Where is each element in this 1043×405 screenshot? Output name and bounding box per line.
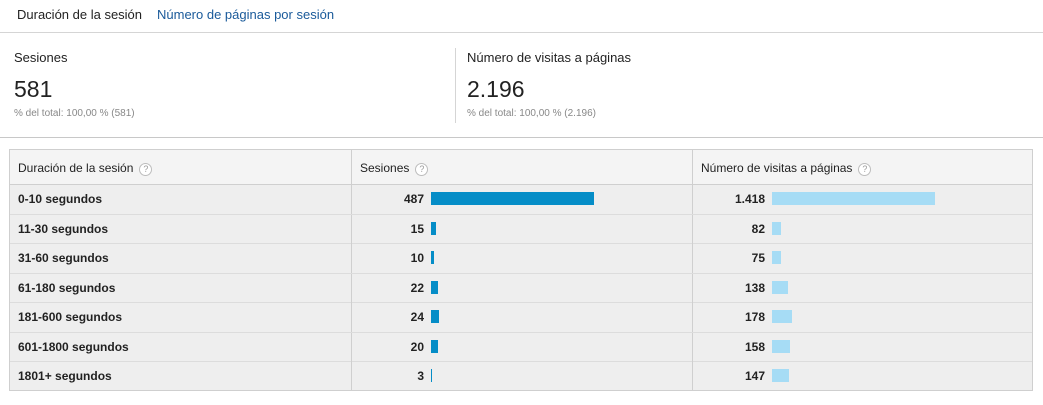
table-row: 1801+ segundos 3 147 [10, 362, 1032, 392]
sessions-bar [431, 280, 439, 294]
cell-pageviews: 75 [692, 244, 1032, 273]
help-icon[interactable]: ? [858, 163, 872, 176]
pageviews-value: 82 [751, 221, 765, 236]
cell-pageviews: 82 [692, 214, 1032, 244]
table-row: 601-1800 segundos 20 158 [10, 332, 1032, 362]
cell-pageviews: 1.418 [692, 185, 1032, 214]
cell-sessions: 10 [351, 244, 692, 273]
table-row: 11-30 segundos 15 82 [10, 214, 1032, 244]
pageviews-value: 147 [744, 369, 765, 383]
metric-pageviews-value: 2.196 [467, 76, 525, 102]
pageviews-bar [772, 221, 782, 235]
metric-pageviews-label: Número de visitas a páginas [467, 50, 632, 65]
metric-sessions: Sesiones 581 % del total: 100,00 % (581) [0, 33, 440, 138]
header-pageviews-label: Número de visitas a páginas [701, 161, 853, 175]
sessions-bar [431, 339, 438, 353]
pageviews-bar [772, 251, 781, 264]
sessions-bar [431, 369, 432, 382]
sessions-bar [431, 192, 594, 205]
metric-pageviews: Número de visitas a páginas 2.196 % del … [455, 48, 895, 123]
cell-sessions: 487 [351, 185, 692, 214]
table-row: 61-180 segundos 22 138 [10, 273, 1032, 303]
sessions-value: 15 [410, 221, 424, 236]
sessions-value: 487 [403, 192, 424, 206]
cell-pageviews: 138 [692, 273, 1032, 303]
pageviews-bar [772, 192, 935, 205]
header-sessions[interactable]: Sesiones? [351, 150, 692, 185]
header-session-duration[interactable]: Duración de la sesión? [10, 150, 351, 185]
cell-duration: 1801+ segundos [18, 369, 112, 383]
sessions-value: 20 [410, 339, 424, 354]
table-header: Duración de la sesión? Sesiones? Número … [10, 150, 1032, 185]
pageviews-value: 178 [744, 310, 765, 324]
sessions-value: 22 [410, 280, 424, 295]
pageviews-bar [772, 310, 793, 323]
header-sessions-label: Sesiones [360, 161, 410, 175]
metric-pageviews-percent: % del total: 100,00 % (2.196) [467, 108, 596, 119]
cell-duration: 601-1800 segundos [18, 339, 129, 354]
sessions-bar [431, 221, 437, 235]
cell-duration: 31-60 segundos [18, 251, 109, 265]
metric-sessions-label: Sesiones [14, 50, 68, 65]
cell-duration: 11-30 segundos [18, 221, 109, 236]
table-row: 31-60 segundos 10 75 [10, 244, 1032, 274]
tab-session-duration[interactable]: Duración de la sesión [17, 7, 142, 23]
cell-sessions: 20 [351, 332, 692, 362]
cell-pageviews: 147 [692, 362, 1032, 391]
header-session-duration-label: Duración de la sesión [18, 161, 134, 175]
table-row: 181-600 segundos 24 178 [10, 303, 1032, 333]
cell-pageviews: 178 [692, 303, 1032, 332]
cell-sessions: 22 [351, 273, 692, 303]
sessions-bar [431, 310, 440, 323]
pageviews-value: 158 [744, 339, 765, 354]
report-tabs: Duración de la sesión Número de páginas … [0, 0, 1043, 33]
cell-duration: 0-10 segundos [18, 192, 103, 206]
cell-pageviews: 158 [692, 332, 1032, 362]
summary-panel: Sesiones 581 % del total: 100,00 % (581)… [0, 33, 1043, 138]
sessions-value: 3 [417, 369, 424, 383]
help-icon[interactable]: ? [415, 163, 429, 176]
metric-sessions-percent: % del total: 100,00 % (581) [14, 108, 135, 119]
cell-duration: 181-600 segundos [18, 310, 123, 324]
cell-sessions: 24 [351, 303, 692, 332]
header-pageviews[interactable]: Número de visitas a páginas? [692, 150, 1032, 185]
pageviews-bar [772, 369, 789, 382]
metric-sessions-value: 581 [14, 76, 53, 102]
tab-pages-per-session[interactable]: Número de páginas por sesión [157, 7, 334, 23]
sessions-value: 10 [410, 251, 424, 265]
cell-sessions: 3 [351, 362, 692, 391]
pageviews-value: 75 [751, 251, 765, 265]
pageviews-value: 138 [744, 280, 765, 295]
sessions-bar [431, 251, 435, 264]
cell-duration: 61-180 segundos [18, 280, 116, 295]
pageviews-value: 1.418 [734, 192, 765, 206]
pageviews-bar [772, 339, 791, 353]
pageviews-bar [772, 280, 788, 294]
table-row: 0-10 segundos 487 1.418 [10, 185, 1032, 215]
duration-table: Duración de la sesión? Sesiones? Número … [9, 149, 1033, 391]
sessions-value: 24 [410, 310, 424, 324]
help-icon[interactable]: ? [139, 163, 153, 176]
cell-sessions: 15 [351, 214, 692, 244]
